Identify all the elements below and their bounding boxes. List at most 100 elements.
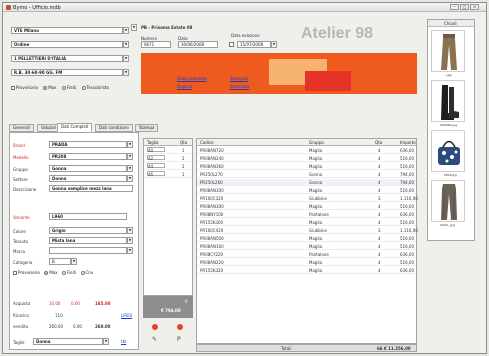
table-row[interactable]: PR08AN360 Maglia 4 516,00 <box>197 163 416 170</box>
chevron-down-icon[interactable]: ▼ <box>127 227 133 234</box>
sede-select[interactable]: VTE Milano <box>11 27 123 34</box>
radio-button[interactable] <box>43 86 48 90</box>
chevron-down-icon[interactable]: ▼ <box>127 247 133 254</box>
table-row[interactable]: PR155K300 Maglia 4 516,00 <box>197 219 416 226</box>
acquisto-value-1: 10.00 <box>49 301 61 306</box>
chevron-down-icon[interactable]: ▼ <box>71 258 77 265</box>
checkbox[interactable] <box>13 271 17 275</box>
tessuto-field[interactable]: Mista lana <box>49 237 127 244</box>
qty-cell[interactable]: 2 <box>182 156 185 161</box>
chevron-down-icon[interactable]: ▼ <box>127 153 133 160</box>
radio-button[interactable] <box>80 271 85 275</box>
chevron-down-icon[interactable]: ▼ <box>123 69 129 76</box>
qty-cell[interactable]: 1 <box>182 148 185 153</box>
table-row[interactable]: PR100C420 Giubbino 3 1.116,00 <box>197 227 418 234</box>
record-icon[interactable] <box>152 324 158 330</box>
thumbnail-header-label[interactable]: Chiudi <box>444 21 457 26</box>
variante-field[interactable]: L960 <box>49 213 127 220</box>
grid-cell-group: Maglia <box>309 236 323 241</box>
chevron-down-icon[interactable]: ▼ <box>123 41 129 48</box>
calendar-icon[interactable] <box>229 42 234 47</box>
colore-field[interactable]: Grigio <box>49 227 127 234</box>
modello-field[interactable]: PR208 <box>49 153 127 160</box>
record-icon[interactable] <box>177 324 183 330</box>
link-dato-completo[interactable]: Dato completo <box>177 76 207 81</box>
product-thumbnail[interactable] <box>431 180 465 222</box>
fornitore-select[interactable]: 1 PELLETTIERI D'ITALIA <box>11 55 123 62</box>
table-row[interactable]: 42 2 <box>144 155 192 162</box>
qty-cell[interactable]: 1 <box>182 172 185 177</box>
qty-cell[interactable]: 2 <box>182 164 185 169</box>
marca-field[interactable] <box>49 247 127 254</box>
chevron-down-icon[interactable]: ▼ <box>127 175 133 182</box>
numero-field[interactable]: 0671 <box>141 41 171 48</box>
settore-field[interactable]: Donna <box>49 175 127 182</box>
table-row[interactable]: PR08CY220 Pantalone 4 636,00 <box>197 251 416 258</box>
checkbox[interactable] <box>11 86 15 90</box>
descrizione-field[interactable]: Gonna semplice mezz lana <box>49 185 133 192</box>
size-cell[interactable]: 40 <box>147 147 165 153</box>
product-thumbnail[interactable] <box>431 130 465 172</box>
size-cell[interactable]: 46 <box>147 171 165 177</box>
chevron-down-icon[interactable]: ▼ <box>127 237 133 244</box>
table-row[interactable]: PR08AN720 Maglia 4 636,00 <box>197 147 416 154</box>
title-bar: Bymo - Ufficio.mdb – □ × <box>3 3 486 12</box>
table-row[interactable]: 40 1 <box>144 147 192 154</box>
product-thumbnail[interactable] <box>431 30 465 72</box>
link-duplica[interactable]: Duplica <box>177 84 192 89</box>
vendita-value-2: 0.00 <box>73 324 82 329</box>
grid-cell-code: PR100C320 <box>200 196 224 201</box>
tipo-select[interactable]: Ordine <box>11 41 123 48</box>
radio-label: Tessutiristo <box>86 85 109 90</box>
taglie-field[interactable]: Donna <box>33 338 103 345</box>
tab-generali[interactable]: Generali <box>9 124 34 132</box>
radio-button[interactable] <box>81 86 86 90</box>
chevron-down-icon[interactable]: ▼ <box>103 338 109 345</box>
marca-label: Marca <box>13 249 26 254</box>
radio-button[interactable] <box>61 86 66 90</box>
product-thumbnail[interactable] <box>431 80 465 122</box>
chevron-down-icon[interactable]: ▼ <box>131 24 137 31</box>
size-cell[interactable]: 42 <box>147 155 165 161</box>
close-button[interactable]: × <box>470 4 479 10</box>
table-row[interactable]: PR155K320 Maglia 4 636,00 <box>197 267 416 274</box>
radio-button[interactable] <box>44 271 49 275</box>
chevron-down-icon[interactable]: ▼ <box>127 141 133 148</box>
edit-icon[interactable]: ✎ <box>152 336 157 343</box>
link-stampati[interactable]: Stampati <box>230 76 248 81</box>
chevron-down-icon[interactable]: ▼ <box>123 55 129 62</box>
table-row[interactable]: PR08AN240 Maglia 4 516,00 <box>197 155 416 162</box>
chevron-down-icon[interactable]: ▼ <box>271 41 277 48</box>
tab-dati-condizioni[interactable]: Dati condizioni <box>95 124 133 132</box>
maximize-button[interactable]: □ <box>460 4 469 10</box>
table-row[interactable]: 44 2 <box>144 163 192 170</box>
table-row[interactable]: PR250L260 Gonna 4 794,00 <box>197 179 416 186</box>
gruppo-field[interactable]: Gonna <box>49 165 127 172</box>
link-storicizza[interactable]: Storicizza <box>230 84 249 89</box>
table-row[interactable]: PR250L270 Gonna 4 794,00 <box>197 171 416 178</box>
ricarico-unit-link[interactable]: LIRES <box>121 313 132 318</box>
taglie-link[interactable]: tbl <box>121 339 126 344</box>
table-row[interactable]: PR08AN500 Maglia 4 516,00 <box>197 235 416 242</box>
radio-button[interactable] <box>61 271 66 275</box>
chevron-down-icon[interactable]: ▼ <box>123 27 129 34</box>
table-row[interactable]: PR08AN300 Maglia 4 516,00 <box>197 187 416 194</box>
sizes-total-amount: € 794,00 <box>161 308 181 313</box>
pagamento-select[interactable]: R.B. 30-60-90 GG. FM <box>11 69 123 76</box>
minimize-button[interactable]: – <box>450 4 459 10</box>
table-row[interactable]: PR08AN160 Maglia 4 516,00 <box>197 243 416 250</box>
table-row[interactable]: PR08AN220 Maglia 4 516,00 <box>197 259 416 266</box>
tab-stampa[interactable]: Stampa <box>135 124 159 132</box>
brand-field[interactable]: PRADA <box>49 141 127 148</box>
size-cell[interactable]: 44 <box>147 163 165 169</box>
data-evasione-field[interactable]: 15/07/2008 <box>237 41 271 48</box>
data-field[interactable]: 30/06/2008 <box>178 41 218 48</box>
table-row[interactable]: PR08AN300 Maglia 4 516,00 <box>197 203 416 210</box>
table-row[interactable]: 46 1 <box>144 171 192 178</box>
categoria-field[interactable]: B <box>49 258 71 265</box>
chevron-down-icon[interactable]: ▼ <box>127 165 133 172</box>
print-icon[interactable]: P <box>177 336 181 343</box>
table-row[interactable]: PR08NY100 Pantalone 4 636,00 <box>197 211 416 218</box>
table-row[interactable]: PR100C320 Giubbino 3 1.116,00 <box>197 195 418 202</box>
tab-dati-completi[interactable]: Dati Completi <box>57 123 93 132</box>
